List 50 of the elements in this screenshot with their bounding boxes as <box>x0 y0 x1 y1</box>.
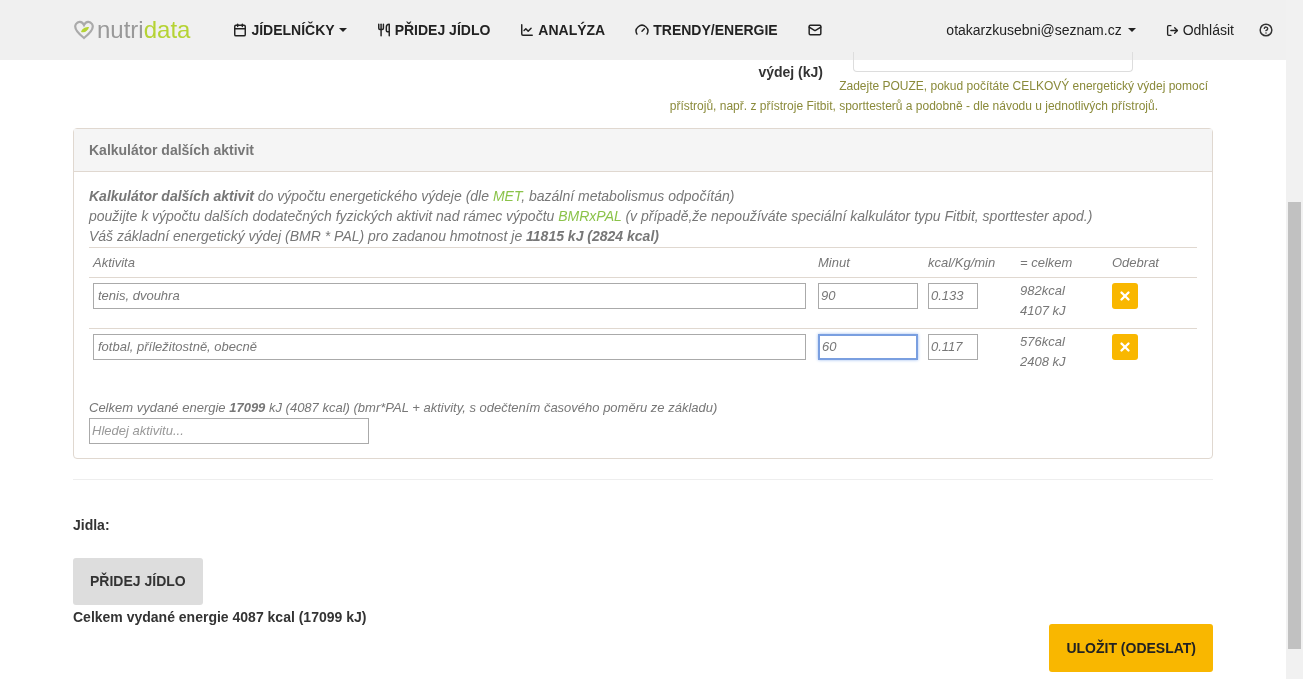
heart-leaf-icon <box>73 20 95 40</box>
section-label: Jidla: <box>73 516 111 535</box>
search-field[interactable]: Hledej aktivitu... <box>89 418 369 444</box>
total-kj: 2408 kJ <box>1020 353 1067 371</box>
cutlery-icon <box>376 23 391 37</box>
input-field[interactable] <box>853 52 1133 72</box>
column-header: Minut <box>818 253 852 272</box>
minutes-field[interactable]: 90 <box>818 283 918 309</box>
total-kj: 4107 kJ <box>1020 302 1067 320</box>
description-text: Kalkulátor dalších aktivit do výpočtu energetického výdeje (dle MET, bazální metabolismus odpočítán) <box>89 187 736 206</box>
column-header: = celkem <box>1020 253 1074 272</box>
close-icon <box>1118 340 1132 354</box>
column-header: Odebrat <box>1112 253 1161 272</box>
panel-title: Kalkulátor dalších aktivit <box>89 140 254 160</box>
nav-link[interactable]: PŘIDEJ JÍDLO <box>361 19 506 41</box>
description-text: Váš základní energetický výdej (BMR * PAL) pro zadanou hmotnost je 11815 kJ (2824 kcal) <box>89 227 660 246</box>
chart-icon <box>520 23 535 37</box>
nav-link[interactable]: ANALÝZA <box>505 19 621 41</box>
column-header: kcal/Kg/min <box>928 253 997 272</box>
save-button[interactable]: ULOŽIT (ODESLAT) <box>1049 624 1213 672</box>
total-kcal: 576kcal <box>1020 333 1066 351</box>
logout-link[interactable]: Odhlásit <box>1150 19 1249 41</box>
description-text: použijte k výpočtu dalších dodatečných fyzických aktivit nad rámec výpočtu BMRxPAL (v případě,že nepoužíváte speciální kalkulátor typu Fitbit, sporttester apod.) <box>89 207 1094 226</box>
remove-button[interactable] <box>1112 334 1138 360</box>
caret-icon <box>1127 28 1136 32</box>
remove-button[interactable] <box>1112 283 1138 309</box>
gauge-icon <box>635 23 650 37</box>
caret-icon <box>338 28 347 32</box>
field-label: výdej (kJ) <box>758 63 823 82</box>
summary-text: Celkem vydané energie 4087 kcal (17099 kJ) <box>73 608 368 627</box>
help-icon[interactable] <box>1259 23 1273 37</box>
hint-text: Zadejte POUZE, pokud počítáte CELKOVÝ energetický výdej pomocí <box>838 77 1208 95</box>
activity-field[interactable]: fotbal, příležitostně, obecně <box>93 334 806 360</box>
close-icon <box>1118 289 1132 303</box>
rate-field[interactable]: 0.133 <box>928 283 978 309</box>
minutes-field[interactable]: 60 <box>818 334 918 360</box>
nav-link[interactable]: JÍDELNÍČKY <box>218 19 362 41</box>
mail-icon <box>807 23 822 37</box>
total-kcal: 982kcal <box>1020 282 1066 300</box>
activity-field[interactable]: tenis, dvouhra <box>93 283 806 309</box>
rate-field[interactable]: 0.117 <box>928 334 978 360</box>
add-meal-button[interactable]: PŘIDEJ JÍDLO <box>73 558 203 605</box>
total-text: Celkem vydané energie 17099 kJ (4087 kcal) (bmr*PAL + aktivity, s odečtením časového poměru ze základu) <box>89 399 719 417</box>
nav-link[interactable]: TRENDY/ENERGIE <box>620 19 793 41</box>
logo[interactable]: nutridata <box>73 12 191 48</box>
column-header: Aktivita <box>93 253 136 272</box>
user-menu[interactable]: otakarzkusebni@seznam.cz <box>931 19 1151 41</box>
hint-text: přístrojů, např. z přístroje Fitbit, sporttesterů a podobně - dle návodu u jednotlivých přístrojů. <box>669 98 1158 115</box>
logout-icon <box>1165 23 1179 37</box>
calendar-icon <box>233 23 248 37</box>
